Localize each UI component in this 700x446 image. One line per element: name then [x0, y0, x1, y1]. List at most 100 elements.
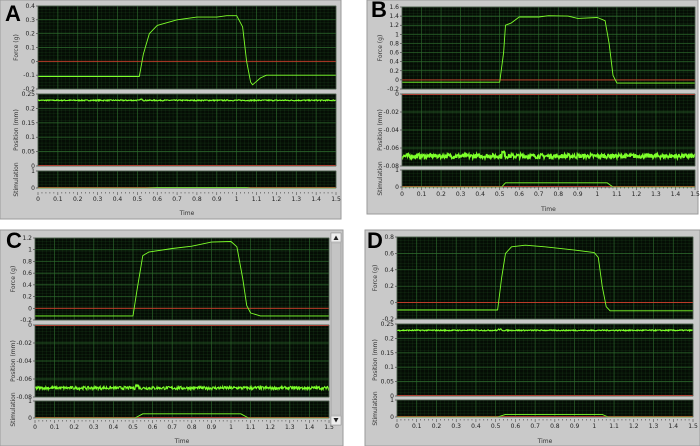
x-tick-label: 1.3: [649, 423, 659, 430]
x-tick-label: 0.7: [530, 423, 540, 430]
panel-a: -0.2-0.100.10.20.30.4Force (g)00.050.10.…: [0, 0, 342, 220]
panel-c: -0.200.20.40.60.811.2Force (g)-0.08-0.06…: [0, 228, 344, 446]
y-tick-label: 0.2: [384, 335, 394, 342]
x-tick-label: 0.6: [511, 423, 521, 430]
x-tick-label: 0.1: [53, 196, 63, 203]
y-tick-label: 0: [390, 414, 394, 421]
x-tick-label: 0.4: [471, 423, 481, 430]
force-plot: -0.200.20.40.60.811.2Force (g): [10, 235, 330, 324]
x-tick-label: 1.5: [690, 191, 700, 198]
x-tick-label: 1.3: [651, 191, 661, 198]
x-tick-label: 0.6: [148, 424, 158, 431]
force-axis-label: Force (g): [377, 35, 384, 62]
y-tick-label: -0.02: [383, 109, 399, 116]
position-axis-label: Position (mm): [372, 339, 379, 381]
stimulation-plot-area: [35, 401, 329, 418]
x-tick-label: 0.4: [109, 424, 119, 431]
y-tick-label: 0: [390, 300, 394, 307]
y-tick-label: 0.2: [384, 283, 394, 290]
x-tick-label: 0.1: [50, 424, 60, 431]
panel-b: -0.200.20.40.60.811.21.41.6Force (g)-0.0…: [366, 0, 700, 215]
panel-label: D: [367, 228, 383, 253]
x-tick-label: 1.2: [265, 424, 275, 431]
x-tick-label: 1: [592, 423, 596, 430]
panel-label: B: [371, 0, 387, 22]
y-tick-label: 0.4: [389, 59, 399, 66]
x-tick-label: 1.5: [331, 196, 341, 203]
y-tick-label: 0: [395, 184, 399, 191]
y-tick-label: 1: [31, 168, 35, 175]
x-tick-label: 0: [33, 424, 37, 431]
y-tick-label: 0.15: [381, 350, 395, 357]
panel-label: C: [6, 228, 22, 253]
x-tick-label: 0.2: [436, 191, 446, 198]
stimulation-axis-label: Stimulation: [377, 161, 384, 196]
y-tick-label: 0.1: [25, 134, 35, 141]
y-tick-label: 0: [28, 415, 32, 422]
y-tick-label: 1: [395, 31, 399, 38]
x-tick-label: 0.1: [412, 423, 422, 430]
y-tick-label: -0.04: [16, 358, 32, 365]
y-tick-label: 1.6: [389, 4, 399, 11]
y-tick-label: 1: [390, 397, 394, 404]
y-tick-label: 0.2: [22, 294, 32, 301]
y-tick-label: 0.1: [384, 364, 394, 371]
force-plot: -0.2-0.100.10.20.30.4Force (g): [13, 3, 337, 93]
y-tick-label: 0.8: [389, 40, 399, 47]
x-tick-label: 0.5: [491, 423, 501, 430]
x-tick-label: 1.3: [291, 196, 301, 203]
x-tick-label: 0: [36, 196, 40, 203]
force-plot: -0.200.20.40.60.8Force (g): [372, 234, 694, 323]
y-tick-label: 0.05: [381, 379, 395, 386]
stimulation-axis-label: Stimulation: [10, 392, 17, 427]
x-tick-label: 0.3: [456, 191, 466, 198]
y-tick-label: 0.2: [25, 105, 35, 112]
y-tick-label: 0: [28, 305, 32, 312]
y-tick-label: 0: [395, 91, 399, 98]
y-tick-label: 0.2: [389, 68, 399, 75]
y-tick-label: 1.4: [389, 13, 399, 20]
position-axis-label: Position (mm): [13, 109, 20, 151]
stimulation-plot-area: [38, 171, 336, 188]
position-axis-label: Position (mm): [377, 109, 384, 151]
x-tick-label: 0.3: [451, 423, 461, 430]
y-tick-label: 0.4: [384, 267, 394, 274]
x-tick-label: 1.4: [671, 191, 681, 198]
y-tick-label: 0.4: [25, 3, 35, 10]
y-tick-label: -0.02: [16, 340, 32, 347]
x-tick-label: 0.9: [573, 191, 583, 198]
x-tick-label: 0.8: [550, 423, 560, 430]
y-tick-label: 0.25: [381, 321, 395, 328]
x-tick-label: 0.8: [187, 424, 197, 431]
y-tick-label: -0.06: [383, 145, 399, 152]
x-tick-label: 0.5: [128, 424, 138, 431]
x-axis-label: Time: [179, 210, 195, 217]
force-axis-label: Force (g): [372, 265, 379, 292]
x-tick-label: 0.2: [73, 196, 83, 203]
x-tick-label: 1.2: [632, 191, 642, 198]
x-axis-label: Time: [174, 438, 190, 445]
panel-d: -0.200.20.40.60.8Force (g)00.050.10.150.…: [364, 228, 700, 446]
y-tick-label: 0.6: [384, 250, 394, 257]
x-tick-label: 1.1: [252, 196, 262, 203]
x-tick-label: 0.4: [113, 196, 123, 203]
scrollbar-thumb: [331, 242, 341, 416]
x-tick-label: 1.5: [688, 423, 698, 430]
x-tick-label: 1.2: [629, 423, 639, 430]
vertical-scrollbar[interactable]: [330, 232, 342, 426]
y-tick-label: 0.05: [22, 149, 36, 156]
force-axis-label: Force (g): [13, 34, 20, 61]
y-tick-label: 0: [31, 58, 35, 65]
x-tick-label: 0.5: [133, 196, 143, 203]
x-tick-label: 0.7: [172, 196, 182, 203]
stimulation-axis-label: Stimulation: [13, 162, 20, 197]
x-tick-label: 1.1: [609, 423, 619, 430]
force-plot-area: [35, 238, 329, 320]
force-plot-area: [397, 237, 693, 319]
x-tick-label: 1.3: [285, 424, 295, 431]
x-tick-label: 0.2: [69, 424, 79, 431]
x-tick-label: 0.8: [192, 196, 202, 203]
y-tick-label: 0.6: [22, 270, 32, 277]
x-tick-label: 1.1: [612, 191, 622, 198]
x-tick-label: 1: [595, 191, 599, 198]
